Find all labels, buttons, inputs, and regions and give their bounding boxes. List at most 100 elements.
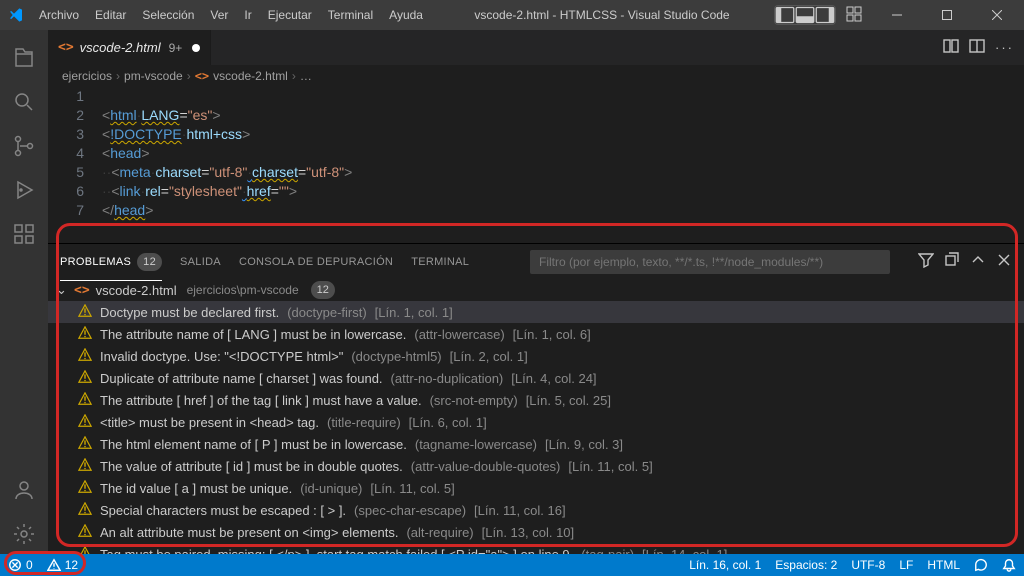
panel-tab-debug[interactable]: CONSOLA DE DEPURACIÓN xyxy=(239,252,393,272)
panel-tab-terminal[interactable]: TERMINAL xyxy=(411,252,469,272)
tab-vscode-2-html[interactable]: <> vscode-2.html 9+ xyxy=(48,30,211,65)
problem-row[interactable]: The html element name of [ P ] must be i… xyxy=(48,433,1024,455)
problems-list[interactable]: ⌄ <> vscode-2.html ejercicios\pm-vscode … xyxy=(48,279,1024,554)
status-eol[interactable]: LF xyxy=(899,558,913,572)
window-title: vscode-2.html - HTMLCSS - Visual Studio … xyxy=(432,8,772,22)
warning-icon xyxy=(78,326,92,343)
explorer-icon[interactable] xyxy=(0,38,48,78)
compare-changes-icon[interactable] xyxy=(943,38,959,57)
problem-row[interactable]: <title> must be present in <head> tag. (… xyxy=(48,411,1024,433)
problem-message: Tag must be paired, missing: [ </p> ], s… xyxy=(100,547,573,555)
breadcrumb-seg[interactable]: vscode-2.html xyxy=(213,69,288,83)
problem-message: The attribute name of [ LANG ] must be i… xyxy=(100,327,406,342)
panel-tab-problems[interactable]: PROBLEMAS12 xyxy=(60,249,162,275)
menu-seleccion[interactable]: Selección xyxy=(135,4,201,26)
filter-icon[interactable] xyxy=(918,252,934,271)
problem-message: The attribute [ href ] of the tag [ link… xyxy=(100,393,422,408)
problem-row[interactable]: An alt attribute must be present on <img… xyxy=(48,521,1024,543)
status-cursor[interactable]: Lín. 16, col. 1 xyxy=(689,558,761,572)
chevron-down-icon[interactable]: ⌄ xyxy=(56,282,68,298)
problem-rule: (spec-char-escape) xyxy=(354,503,466,518)
problem-location: [Lín. 2, col. 1] xyxy=(450,349,528,364)
menu-archivo[interactable]: Archivo xyxy=(32,4,86,26)
source-control-icon[interactable] xyxy=(0,126,48,166)
menu-ir[interactable]: Ir xyxy=(237,4,258,26)
problem-rule: (doctype-first) xyxy=(287,305,366,320)
problem-row[interactable]: Duplicate of attribute name [ charset ] … xyxy=(48,367,1024,389)
problem-row[interactable]: The attribute name of [ LANG ] must be i… xyxy=(48,323,1024,345)
problem-message: An alt attribute must be present on <img… xyxy=(100,525,398,540)
window-minimize-button[interactable] xyxy=(874,0,920,30)
customize-layout-icon[interactable] xyxy=(846,6,862,25)
status-encoding[interactable]: UTF-8 xyxy=(851,558,885,572)
more-actions-icon[interactable]: ··· xyxy=(995,40,1014,55)
warning-icon xyxy=(78,502,92,519)
window-close-button[interactable] xyxy=(974,0,1020,30)
problem-rule: (attr-no-duplication) xyxy=(391,371,504,386)
problem-message: Duplicate of attribute name [ charset ] … xyxy=(100,371,383,386)
status-language[interactable]: HTML xyxy=(927,558,960,572)
warning-icon xyxy=(78,414,92,431)
warning-icon xyxy=(47,558,61,572)
problem-rule: (alt-require) xyxy=(406,525,473,540)
problem-row[interactable]: The id value [ a ] must be unique. (id-u… xyxy=(48,477,1024,499)
accounts-icon[interactable] xyxy=(0,470,48,510)
warning-icon xyxy=(78,370,92,387)
breadcrumb-seg[interactable]: ejercicios xyxy=(62,69,112,83)
code-editor[interactable]: 12 34 56 7 <html·LANG="es"> <!DOCTYPE·ht… xyxy=(48,87,1024,243)
menu-ver[interactable]: Ver xyxy=(203,4,235,26)
window-maximize-button[interactable] xyxy=(924,0,970,30)
menu-ayuda[interactable]: Ayuda xyxy=(382,4,430,26)
status-errors[interactable]: 0 xyxy=(8,558,33,572)
status-warnings[interactable]: 12 xyxy=(47,558,78,572)
breadcrumb[interactable]: ejercicios› pm-vscode› <> vscode-2.html›… xyxy=(48,65,1024,87)
warning-icon xyxy=(78,304,92,321)
search-icon[interactable] xyxy=(0,82,48,122)
menu-editar[interactable]: Editar xyxy=(88,4,133,26)
problem-row[interactable]: The value of attribute [ id ] must be in… xyxy=(48,455,1024,477)
problems-file-row[interactable]: ⌄ <> vscode-2.html ejercicios\pm-vscode … xyxy=(48,279,1024,301)
run-debug-icon[interactable] xyxy=(0,170,48,210)
problem-message: The id value [ a ] must be unique. xyxy=(100,481,292,496)
warning-icon xyxy=(78,546,92,555)
problem-row[interactable]: Special characters must be escaped : [ >… xyxy=(48,499,1024,521)
problem-location: [Lín. 9, col. 3] xyxy=(545,437,623,452)
problem-row[interactable]: Doctype must be declared first. (doctype… xyxy=(48,301,1024,323)
layout-buttons[interactable] xyxy=(774,5,836,25)
status-spaces[interactable]: Espacios: 2 xyxy=(775,558,837,572)
bottom-panel: PROBLEMAS12 SALIDA CONSOLA DE DEPURACIÓN… xyxy=(48,243,1024,554)
toggle-panel-icon[interactable] xyxy=(795,6,815,24)
status-bar: 0 12 Lín. 16, col. 1 Espacios: 2 UTF-8 L… xyxy=(0,554,1024,576)
problems-filter-input[interactable] xyxy=(530,250,890,274)
problem-row[interactable]: Invalid doctype. Use: "<!DOCTYPE html>" … xyxy=(48,345,1024,367)
close-panel-icon[interactable] xyxy=(996,252,1012,271)
html-file-icon: <> xyxy=(58,40,74,55)
extensions-icon[interactable] xyxy=(0,214,48,254)
breadcrumb-seg[interactable]: pm-vscode xyxy=(124,69,183,83)
settings-gear-icon[interactable] xyxy=(0,514,48,554)
maximize-panel-icon[interactable] xyxy=(970,252,986,271)
menu-terminal[interactable]: Terminal xyxy=(321,4,380,26)
split-editor-icon[interactable] xyxy=(969,38,985,57)
toggle-primary-sidebar-icon[interactable] xyxy=(775,6,795,24)
code-content[interactable]: <html·LANG="es"> <!DOCTYPE·html+css> <he… xyxy=(102,87,1024,239)
titlebar: Archivo Editar Selección Ver Ir Ejecutar… xyxy=(0,0,1024,30)
problem-message: The value of attribute [ id ] must be in… xyxy=(100,459,403,474)
problem-location: [Lín. 1, col. 1] xyxy=(375,305,453,320)
panel-tab-output[interactable]: SALIDA xyxy=(180,252,221,272)
warning-icon xyxy=(78,458,92,475)
menu-ejecutar[interactable]: Ejecutar xyxy=(261,4,319,26)
status-feedback-icon[interactable] xyxy=(974,558,988,572)
problems-file-count: 12 xyxy=(311,281,335,299)
problem-row[interactable]: Tag must be paired, missing: [ </p> ], s… xyxy=(48,543,1024,554)
collapse-all-icon[interactable] xyxy=(944,252,960,271)
problem-row[interactable]: The attribute [ href ] of the tag [ link… xyxy=(48,389,1024,411)
toggle-secondary-sidebar-icon[interactable] xyxy=(815,6,835,24)
html-file-icon: <> xyxy=(195,69,209,83)
breadcrumb-seg[interactable]: … xyxy=(300,69,312,83)
problem-location: [Lín. 11, col. 16] xyxy=(474,503,566,518)
warning-icon xyxy=(78,436,92,453)
problem-rule: (tag-pair) xyxy=(581,547,634,555)
line-gutter: 12 34 56 7 xyxy=(48,87,102,239)
status-notifications-icon[interactable] xyxy=(1002,558,1016,572)
